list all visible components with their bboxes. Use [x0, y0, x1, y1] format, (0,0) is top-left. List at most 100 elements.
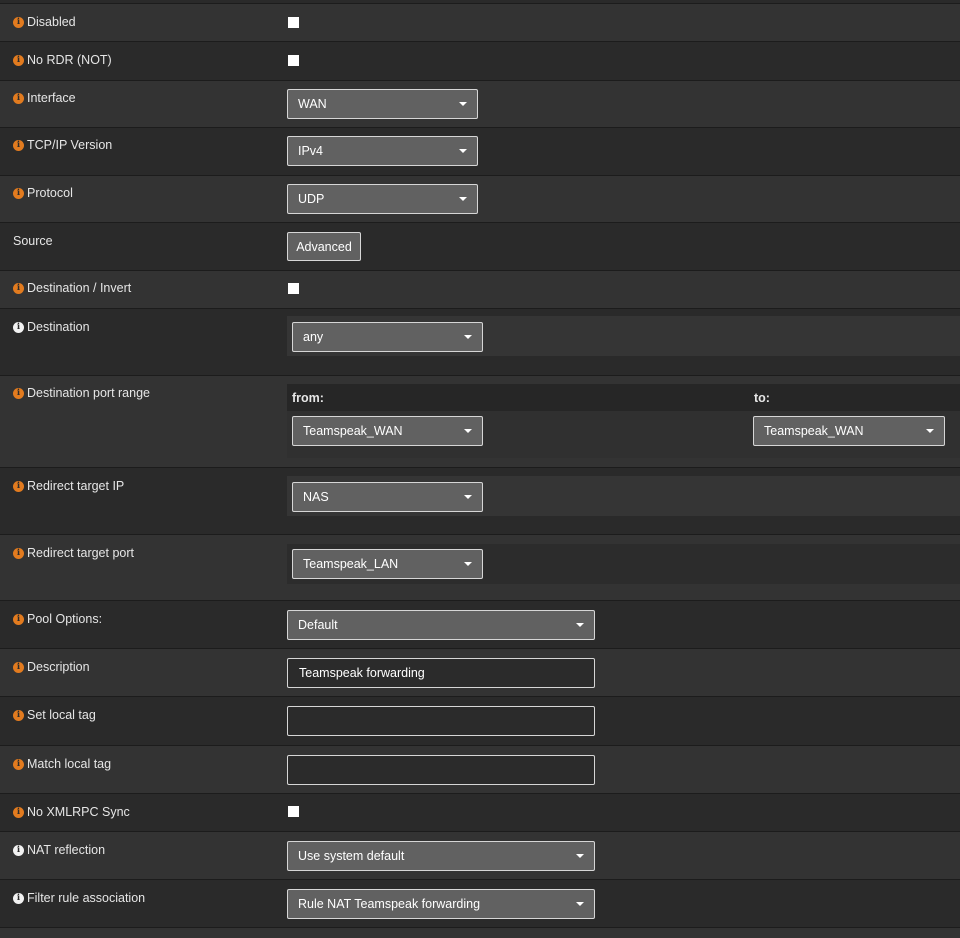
row-tcpip-version: i TCP/IP Version IPv4: [0, 127, 960, 175]
row-set-local-tag: i Set local tag: [0, 696, 960, 745]
source-advanced-button[interactable]: Advanced: [287, 232, 361, 261]
info-icon[interactable]: i: [13, 16, 24, 28]
caret-down-icon: [576, 623, 584, 627]
field-label: Pool Options:: [27, 612, 103, 626]
row-no-xmlrpc-sync: i No XMLRPC Sync: [0, 793, 960, 831]
input-value: Teamspeak forwarding: [299, 666, 425, 680]
caret-down-icon: [464, 562, 472, 566]
info-icon[interactable]: i: [13, 187, 24, 199]
info-icon[interactable]: i: [13, 480, 24, 492]
select-value: Teamspeak_WAN: [303, 424, 403, 438]
row-destination: i Destination any: [0, 308, 960, 375]
select-value: Teamspeak_WAN: [764, 424, 864, 438]
info-icon[interactable]: i: [13, 321, 24, 333]
label-destination-invert: i Destination / Invert: [13, 281, 131, 295]
info-icon[interactable]: i: [13, 54, 24, 66]
info-icon[interactable]: i: [13, 661, 24, 673]
row-filter-rule-association: i Filter rule association Rule NAT Teams…: [0, 879, 960, 927]
tcpip-version-select[interactable]: IPv4: [287, 136, 478, 166]
caret-down-icon: [464, 495, 472, 499]
label-destination-port-range: i Destination port range: [13, 386, 150, 400]
destination-invert-checkbox[interactable]: [288, 283, 299, 294]
info-icon[interactable]: i: [13, 139, 24, 151]
redirect-target-port-select[interactable]: Teamspeak_LAN: [292, 549, 483, 579]
label-nat-reflection: i NAT reflection: [13, 843, 105, 857]
destination-select[interactable]: any: [292, 322, 483, 352]
field-label: Set local tag: [27, 708, 96, 722]
row-interface: i Interface WAN: [0, 80, 960, 127]
row-disabled: i Disabled: [0, 3, 960, 41]
field-label: No XMLRPC Sync: [27, 805, 130, 819]
label-redirect-target-ip: i Redirect target IP: [13, 479, 124, 493]
label-tcpip-version: i TCP/IP Version: [13, 138, 112, 152]
caret-down-icon: [926, 429, 934, 433]
match-local-tag-input[interactable]: [287, 755, 595, 785]
nat-reflection-select[interactable]: Use system default: [287, 841, 595, 871]
row-destination-port-range: i Destination port range from: to: Teams…: [0, 375, 960, 467]
info-icon[interactable]: i: [13, 387, 24, 399]
caret-down-icon: [576, 902, 584, 906]
row-protocol: i Protocol UDP: [0, 175, 960, 222]
info-icon[interactable]: i: [13, 844, 24, 856]
row-description: i Description Teamspeak forwarding: [0, 648, 960, 696]
label-no-rdr: i No RDR (NOT): [13, 53, 112, 67]
field-label: Source: [13, 234, 53, 248]
port-to-select[interactable]: Teamspeak_WAN: [753, 416, 945, 446]
select-value: Rule NAT Teamspeak forwarding: [298, 897, 481, 911]
row-source: Source Advanced: [0, 222, 960, 270]
info-icon[interactable]: i: [13, 709, 24, 721]
label-set-local-tag: i Set local tag: [13, 708, 96, 722]
field-label: TCP/IP Version: [27, 138, 113, 152]
field-label: Protocol: [27, 186, 73, 200]
info-icon[interactable]: i: [13, 806, 24, 818]
select-value: Use system default: [298, 849, 405, 863]
field-label: Destination: [27, 320, 90, 334]
field-label: Redirect target IP: [27, 479, 125, 493]
label-source: Source: [13, 234, 53, 248]
field-label: Redirect target port: [27, 546, 134, 560]
filter-rule-association-select[interactable]: Rule NAT Teamspeak forwarding: [287, 889, 595, 919]
info-icon[interactable]: i: [13, 613, 24, 625]
label-destination: i Destination: [13, 320, 90, 334]
field-label: Description: [27, 660, 90, 674]
field-label: Destination port range: [27, 386, 150, 400]
row-redirect-target-ip: i Redirect target IP NAS: [0, 467, 960, 534]
label-protocol: i Protocol: [13, 186, 73, 200]
info-icon[interactable]: i: [13, 758, 24, 770]
info-icon[interactable]: i: [13, 892, 24, 904]
no-rdr-checkbox[interactable]: [288, 55, 299, 66]
disabled-checkbox[interactable]: [288, 17, 299, 28]
label-no-xmlrpc-sync: i No XMLRPC Sync: [13, 805, 130, 819]
label-match-local-tag: i Match local tag: [13, 757, 111, 771]
pool-options-select[interactable]: Default: [287, 610, 595, 640]
field-label: Interface: [27, 91, 76, 105]
no-xmlrpc-sync-checkbox[interactable]: [288, 806, 299, 817]
port-from-select[interactable]: Teamspeak_WAN: [292, 416, 483, 446]
row-redirect-target-port: i Redirect target port Teamspeak_LAN: [0, 534, 960, 600]
label-disabled: i Disabled: [13, 15, 76, 29]
row-pool-options: i Pool Options: Default: [0, 600, 960, 648]
interface-select[interactable]: WAN: [287, 89, 478, 119]
field-label: Filter rule association: [27, 891, 146, 905]
port-from-label: from:: [292, 391, 324, 405]
info-icon[interactable]: i: [13, 92, 24, 104]
field-label: Disabled: [27, 15, 76, 29]
protocol-select[interactable]: UDP: [287, 184, 478, 214]
caret-down-icon: [459, 102, 467, 106]
set-local-tag-input[interactable]: [287, 706, 595, 736]
redirect-target-ip-select[interactable]: NAS: [292, 482, 483, 512]
port-range-header: [287, 384, 960, 411]
select-value: Default: [298, 618, 338, 632]
caret-down-icon: [459, 197, 467, 201]
field-label: No RDR (NOT): [27, 53, 112, 67]
caret-down-icon: [459, 149, 467, 153]
field-label: Destination / Invert: [27, 281, 132, 295]
info-icon[interactable]: i: [13, 547, 24, 559]
info-icon[interactable]: i: [13, 282, 24, 294]
select-value: any: [303, 330, 324, 344]
description-input[interactable]: Teamspeak forwarding: [287, 658, 595, 688]
row-nat-reflection: i NAT reflection Use system default: [0, 831, 960, 879]
label-redirect-target-port: i Redirect target port: [13, 546, 134, 560]
caret-down-icon: [576, 854, 584, 858]
select-value: NAS: [303, 490, 329, 504]
